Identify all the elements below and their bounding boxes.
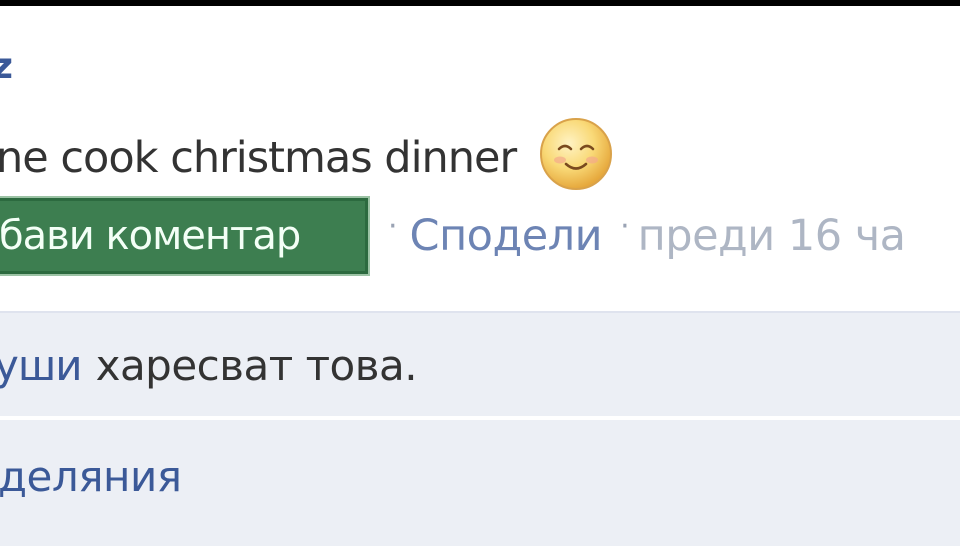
timestamp-link[interactable]: преди 16 ча — [638, 211, 906, 261]
shares-summary: деляния — [0, 420, 960, 546]
likes-text: харесват това. — [95, 341, 418, 390]
separator-dot: · — [620, 208, 630, 244]
share-link[interactable]: Сподели — [410, 211, 603, 261]
feedback-divider — [0, 416, 960, 419]
smiling-face-icon — [540, 118, 613, 190]
separator-dot: · — [388, 208, 398, 244]
likers-link[interactable]: уши — [0, 341, 83, 390]
feed-story: z ne cook christmas dinner бави коментар… — [0, 6, 960, 546]
add-comment-button[interactable]: бави коментар — [0, 196, 370, 276]
author-name-link[interactable]: z — [0, 46, 13, 87]
shares-link[interactable]: деляния — [0, 452, 182, 501]
status-text: ne cook christmas dinner — [0, 133, 517, 183]
status-message: ne cook christmas dinner — [0, 118, 614, 192]
story-actions: бави коментар · Сподели · преди 16 ча — [0, 196, 906, 276]
likes-summary: уши харесват това. — [0, 311, 960, 418]
